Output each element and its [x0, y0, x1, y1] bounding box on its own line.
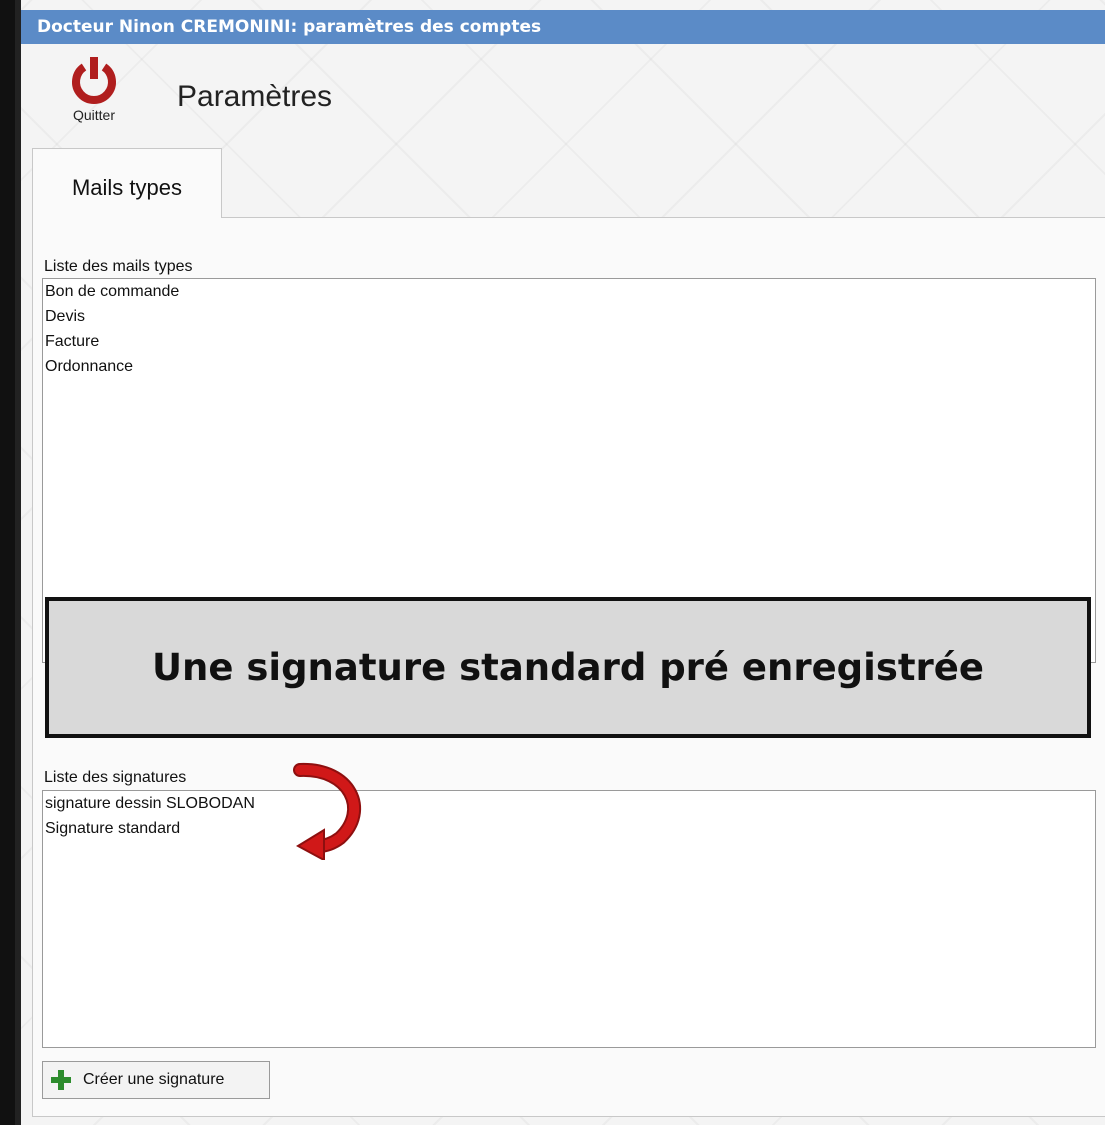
- plus-icon: [49, 1068, 73, 1092]
- mail-types-label: Liste des mails types: [44, 258, 193, 275]
- power-icon: [72, 57, 116, 104]
- callout-box: Une signature standard pré enregistrée: [45, 597, 1091, 738]
- list-item[interactable]: Facture: [43, 329, 1095, 354]
- list-item[interactable]: Devis: [43, 304, 1095, 329]
- signatures-list[interactable]: signature dessin SLOBODAN Signature stan…: [42, 790, 1096, 1048]
- list-item[interactable]: Signature standard: [43, 816, 1095, 841]
- list-item[interactable]: Bon de commande: [43, 279, 1095, 304]
- page-title: Paramètres: [177, 80, 333, 113]
- curved-arrow-icon: [293, 762, 362, 860]
- create-signature-button[interactable]: Créer une signature: [42, 1061, 270, 1099]
- list-item[interactable]: signature dessin SLOBODAN: [43, 791, 1095, 816]
- quit-label: Quitter: [72, 107, 115, 123]
- settings-window: Docteur Ninon CREMONINI: paramètres des …: [15, 0, 1105, 1125]
- tab-mail-types[interactable]: Mails types: [32, 148, 222, 218]
- create-signature-label: Créer une signature: [83, 1071, 225, 1088]
- quit-button[interactable]: Quitter: [59, 55, 129, 135]
- signatures-label: Liste des signatures: [44, 769, 187, 786]
- list-item[interactable]: Ordonnance: [43, 354, 1095, 379]
- window-title: Docteur Ninon CREMONINI: paramètres des …: [21, 10, 1105, 44]
